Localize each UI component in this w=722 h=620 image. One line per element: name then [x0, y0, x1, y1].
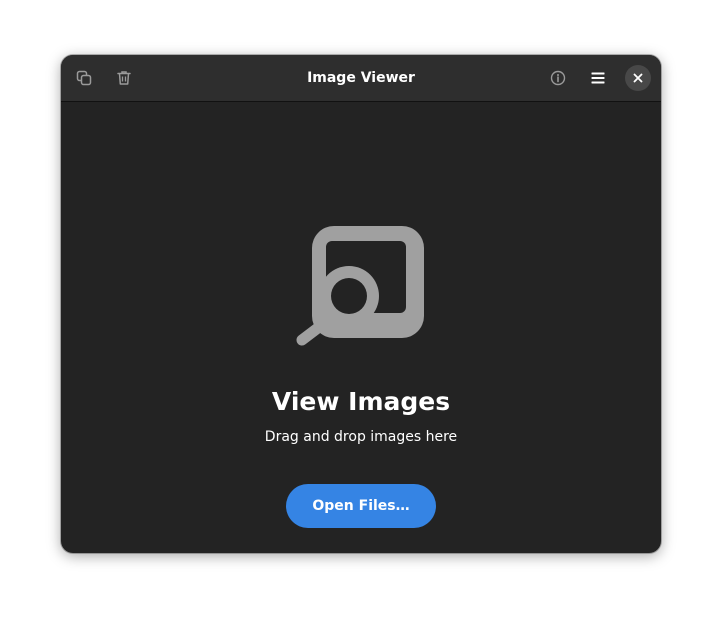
properties-button[interactable]: [543, 63, 573, 93]
app-window: Image Viewer View Images Drag and drop i…: [61, 55, 661, 553]
empty-status-page: View Images Drag and drop images here Op…: [61, 102, 661, 553]
delete-button[interactable]: [109, 63, 139, 93]
close-button[interactable]: [625, 65, 651, 91]
copy-button[interactable]: [69, 63, 99, 93]
status-title: View Images: [271, 387, 451, 416]
info-icon: [550, 70, 566, 86]
window-title: Image Viewer: [307, 70, 415, 86]
status-description: Drag and drop images here: [264, 429, 458, 445]
headerbar: Image Viewer: [61, 55, 661, 102]
copy-icon: [76, 70, 92, 86]
hamburger-menu-icon: [591, 72, 605, 84]
open-files-button[interactable]: Open Files…: [286, 484, 436, 528]
image-viewer-icon: [296, 226, 424, 346]
close-icon: [633, 73, 643, 83]
main-menu-button[interactable]: [583, 63, 613, 93]
trash-icon: [117, 71, 131, 85]
